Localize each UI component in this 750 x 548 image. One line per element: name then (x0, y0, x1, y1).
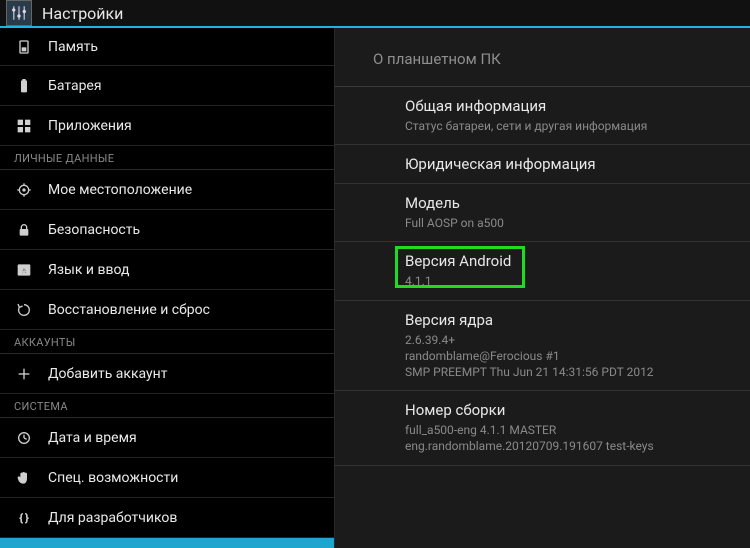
entry-title: Номер сборки (405, 401, 750, 419)
entry-title: Версия Android (405, 252, 750, 270)
sidebar-item-label: Спец. возможности (48, 470, 178, 486)
storage-icon (14, 37, 34, 57)
entry-title: Модель (405, 194, 750, 212)
sidebar-item-battery[interactable]: Батарея (0, 66, 334, 106)
entry-legal[interactable]: Юридическая информация (335, 145, 750, 184)
lock-icon (14, 220, 34, 240)
sidebar-item-label: Для разработчиков (48, 510, 177, 526)
settings-sidebar: Память Батарея Приложения ЛИЧНЫЕ ДАННЫЕ … (0, 28, 335, 548)
battery-icon (14, 76, 34, 96)
entry-title: Версия ядра (405, 311, 750, 329)
apps-icon (14, 116, 34, 136)
sidebar-item-label: Дата и время (48, 430, 137, 446)
panel-title: О планшетном ПК (335, 28, 750, 86)
sidebar-item-label: Добавить аккаунт (48, 366, 167, 382)
svg-text:A: A (21, 266, 27, 275)
sidebar-item-datetime[interactable]: Дата и время (0, 418, 334, 458)
hand-icon (14, 468, 34, 488)
entry-summary: full_a500-eng 4.1.1 MASTER eng.randombla… (405, 422, 750, 454)
sidebar-item-apps[interactable]: Приложения (0, 106, 334, 146)
sidebar-item-about-tablet[interactable]: О планшетном ПК (0, 538, 334, 548)
entry-title: Общая информация (405, 97, 750, 115)
sidebar-item-security[interactable]: Безопасность (0, 210, 334, 250)
developer-icon: { } (14, 508, 34, 528)
action-bar: Настройки (0, 0, 750, 28)
entry-status[interactable]: Общая информация Статус батареи, сети и … (335, 87, 750, 145)
sidebar-item-label: Язык и ввод (48, 262, 129, 278)
sidebar-item-label: Память (48, 39, 98, 55)
language-icon: A (14, 260, 34, 280)
detail-panel: О планшетном ПК Общая информация Статус … (335, 28, 750, 548)
section-header-personal: ЛИЧНЫЕ ДАННЫЕ (0, 146, 334, 170)
clock-icon (14, 428, 34, 448)
sidebar-item-location[interactable]: Мое местоположение (0, 170, 334, 210)
sidebar-item-label: Восстановление и сброс (48, 302, 210, 318)
entry-build-number[interactable]: Номер сборки full_a500-eng 4.1.1 MASTER … (335, 391, 750, 465)
sidebar-item-backup-reset[interactable]: Восстановление и сброс (0, 290, 334, 330)
entry-summary: 2.6.39.4+ randomblame@Ferocious #1 SMP P… (405, 332, 750, 381)
entry-android-version[interactable]: Версия Android 4.1.1 (335, 242, 750, 300)
entry-summary: 4.1.1 (405, 273, 750, 289)
entry-title: Юридическая информация (405, 155, 750, 173)
settings-app-icon (6, 0, 32, 26)
sidebar-item-accessibility[interactable]: Спец. возможности (0, 458, 334, 498)
sidebar-item-label: Безопасность (48, 222, 140, 238)
entry-summary: Статус батареи, сети и другая информация (405, 118, 750, 134)
section-header-accounts: АККАУНТЫ (0, 330, 334, 354)
sidebar-item-label: Приложения (48, 118, 132, 134)
entry-kernel-version[interactable]: Версия ядра 2.6.39.4+ randomblame@Feroci… (335, 301, 750, 392)
sidebar-item-label: Мое местоположение (48, 182, 192, 198)
sidebar-item-storage[interactable]: Память (0, 28, 334, 66)
sidebar-item-developer[interactable]: { } Для разработчиков (0, 498, 334, 538)
entry-summary: Full AOSP on a500 (405, 215, 750, 231)
reset-icon (14, 300, 34, 320)
sidebar-item-language[interactable]: A Язык и ввод (0, 250, 334, 290)
sidebar-item-label: Батарея (48, 78, 102, 94)
svg-text:{ }: { } (19, 512, 29, 524)
section-header-system: СИСТЕМА (0, 394, 334, 418)
location-icon (14, 180, 34, 200)
sidebar-item-add-account[interactable]: Добавить аккаунт (0, 354, 334, 394)
plus-icon (14, 364, 34, 384)
entry-model[interactable]: Модель Full AOSP on a500 (335, 184, 750, 242)
app-title: Настройки (42, 4, 123, 23)
